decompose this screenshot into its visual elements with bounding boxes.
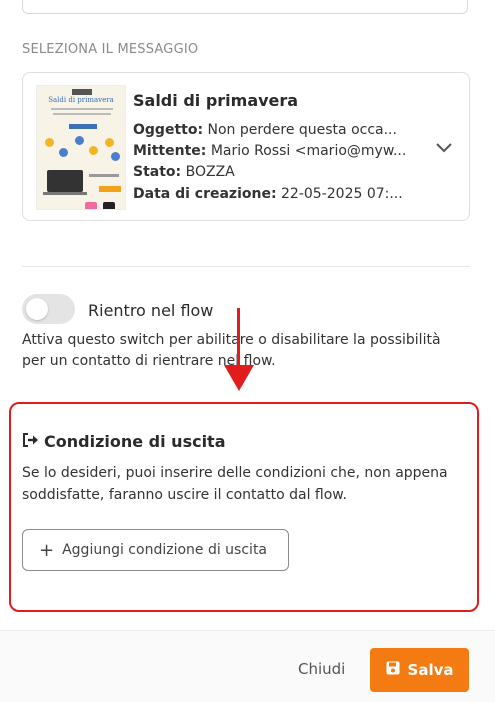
status-label: Stato: bbox=[133, 164, 182, 180]
thumbnail-phone bbox=[85, 202, 97, 209]
section-divider bbox=[22, 266, 470, 267]
exit-condition-help: Se lo desideri, puoi inserire delle cond… bbox=[22, 465, 448, 503]
subject-value: Non perdere questa occa... bbox=[207, 122, 397, 138]
exit-icon bbox=[22, 432, 40, 451]
annotation-arrow-line bbox=[237, 308, 240, 370]
top-input-field[interactable] bbox=[22, 0, 468, 14]
status-value: BOZZA bbox=[185, 164, 235, 180]
sender-value: Mario Rossi <mario@myw... bbox=[210, 143, 407, 159]
thumbnail-flower bbox=[59, 148, 68, 157]
save-label: Salva bbox=[407, 661, 454, 679]
thumbnail-laptop bbox=[43, 170, 87, 195]
toggle-knob bbox=[26, 298, 48, 320]
reentry-label: Rientro nel flow bbox=[88, 301, 214, 320]
thumbnail-flower bbox=[89, 146, 98, 155]
message-status: Stato: BOZZA bbox=[133, 164, 235, 180]
sender-label: Mittente: bbox=[133, 143, 207, 159]
created-value: 22-05-2025 07:... bbox=[281, 186, 403, 202]
thumbnail-cta bbox=[99, 186, 121, 192]
thumbnail-price bbox=[89, 174, 119, 177]
message-title: Saldi di primavera bbox=[133, 91, 299, 110]
plus-icon: + bbox=[39, 539, 55, 561]
thumbnail-text-line bbox=[51, 108, 113, 110]
reentry-toggle[interactable] bbox=[22, 294, 75, 324]
thumbnail-phone bbox=[103, 202, 115, 209]
annotation-arrow-head bbox=[224, 365, 254, 391]
thumbnail-flower bbox=[111, 152, 120, 161]
thumbnail-flower bbox=[75, 136, 84, 145]
exit-title-text: Condizione di uscita bbox=[44, 432, 226, 451]
add-exit-condition-button[interactable]: + Aggiungi condizione di uscita bbox=[22, 529, 289, 571]
thumbnail-button bbox=[69, 124, 97, 129]
thumbnail-flower bbox=[105, 138, 114, 147]
thumbnail-title: Saldi di primavera bbox=[48, 96, 114, 104]
section-label: SELEZIONA IL MESSAGGIO bbox=[22, 42, 199, 57]
chevron-down-icon[interactable] bbox=[435, 139, 453, 158]
save-button[interactable]: Salva bbox=[370, 648, 469, 692]
thumbnail-flower bbox=[45, 138, 54, 147]
close-button[interactable]: Chiudi bbox=[298, 660, 345, 678]
floppy-disk-icon bbox=[386, 661, 400, 679]
message-select-card[interactable]: Saldi di primavera Saldi di primavera Og… bbox=[22, 72, 470, 221]
message-subject: Oggetto: Non perdere questa occa... bbox=[133, 122, 397, 138]
message-sender: Mittente: Mario Rossi <mario@myw... bbox=[133, 143, 406, 159]
add-button-label: Aggiungi condizione di uscita bbox=[62, 542, 268, 558]
created-label: Data di creazione: bbox=[133, 186, 277, 202]
thumbnail-logo bbox=[72, 89, 92, 95]
exit-condition-title: Condizione di uscita bbox=[22, 432, 226, 451]
message-created: Data di creazione: 22-05-2025 07:... bbox=[133, 186, 403, 202]
thumbnail-text-line bbox=[53, 113, 111, 115]
message-thumbnail: Saldi di primavera bbox=[36, 85, 126, 210]
subject-label: Oggetto: bbox=[133, 122, 204, 138]
